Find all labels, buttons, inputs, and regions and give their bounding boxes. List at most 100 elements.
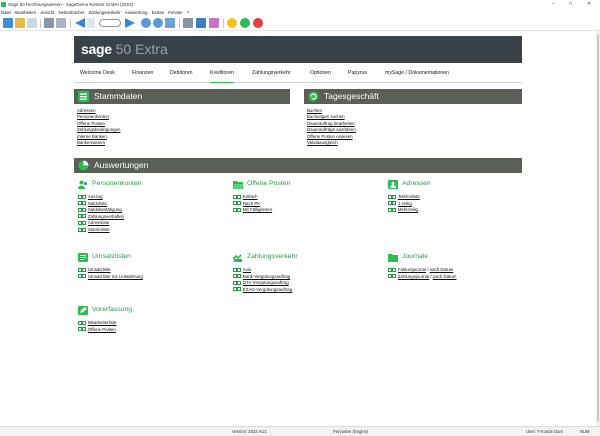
- print-icon[interactable]: [392, 274, 396, 279]
- tab-finanzen[interactable]: Finanzen: [132, 63, 153, 83]
- home-icon[interactable]: [3, 18, 13, 28]
- print-icon[interactable]: [82, 267, 86, 272]
- print-icon[interactable]: [237, 207, 241, 212]
- menu-nebenbuecher[interactable]: Nebenbücher: [59, 10, 85, 15]
- link-fakturajournal[interactable]: Fakturajournal: [398, 267, 426, 272]
- menu-extras[interactable]: Extras: [152, 10, 164, 15]
- help-icon[interactable]: [240, 18, 250, 28]
- link-vorerfassung-offene-posten[interactable]: Offene Posten: [88, 327, 116, 332]
- link-telefonliste[interactable]: Telefonliste: [398, 194, 420, 199]
- print-icon[interactable]: [237, 274, 241, 279]
- preview-icon[interactable]: [233, 194, 237, 199]
- menu-auswertung[interactable]: Auswertung: [125, 10, 148, 15]
- preview-icon[interactable]: [388, 207, 392, 212]
- print-icon[interactable]: [82, 194, 86, 199]
- page-icon[interactable]: [87, 18, 95, 28]
- tab-zahlungsverkehr[interactable]: Zahlungsverkehr: [252, 63, 291, 83]
- print-icon[interactable]: [82, 207, 86, 212]
- link-dta-verguetungsauftrag[interactable]: DTA-Vergütungsauftrag: [243, 280, 289, 285]
- print-icon[interactable]: [237, 280, 241, 285]
- preview-icon[interactable]: [78, 320, 82, 325]
- tab-kreditoren[interactable]: Kreditoren: [210, 63, 234, 83]
- forward-icon[interactable]: [125, 18, 135, 28]
- preview-icon[interactable]: [233, 287, 237, 292]
- menu-bearbeiten[interactable]: Bearbeiten: [15, 10, 36, 15]
- preview-icon[interactable]: [78, 267, 82, 272]
- print-preview-icon[interactable]: [56, 18, 66, 28]
- scrollbar-thumb[interactable]: [597, 35, 599, 421]
- print-icon[interactable]: [392, 194, 396, 199]
- preview-icon[interactable]: [388, 194, 392, 199]
- link-1-zeilig[interactable]: 1-zeilig: [398, 201, 412, 206]
- zoom-in-icon[interactable]: [141, 18, 151, 28]
- tab-papyrus[interactable]: Papyrus: [348, 63, 367, 83]
- preview-icon[interactable]: [78, 214, 82, 219]
- link-saldoliste[interactable]: Saldoliste: [88, 201, 107, 206]
- tab-mysage[interactable]: mySage / Dokumentationen: [385, 63, 449, 83]
- link-zahlungsverhalten[interactable]: Zahlungsverhalten: [88, 214, 124, 219]
- link-stammliste[interactable]: Stammliste: [88, 227, 110, 232]
- folder-icon[interactable]: [15, 18, 25, 28]
- preview-icon[interactable]: [78, 201, 82, 206]
- link-avis[interactable]: Avis: [243, 267, 251, 272]
- link-dauerauftraege-ausfuehren[interactable]: Daueraufträge ausführen: [307, 127, 356, 133]
- bookmark-icon[interactable]: [209, 18, 219, 28]
- link-mitarbeiterliste[interactable]: Mitarbeiterliste: [88, 320, 117, 325]
- print-icon[interactable]: [82, 274, 86, 279]
- link-saldobestaetigung[interactable]: Saldobestätigung: [88, 207, 122, 212]
- print-icon[interactable]: [44, 18, 54, 28]
- preview-icon[interactable]: [78, 274, 82, 279]
- page-input[interactable]: [99, 19, 121, 27]
- preview-icon[interactable]: [78, 207, 82, 212]
- print-icon[interactable]: [237, 287, 241, 292]
- menu-help[interactable]: ?: [187, 10, 189, 15]
- link-zahlungsjournal-nach-datum[interactable]: nach Datum: [433, 274, 457, 279]
- zoom-out-icon[interactable]: [153, 18, 163, 28]
- preview-icon[interactable]: [233, 201, 237, 206]
- close-icon[interactable]: [253, 18, 263, 28]
- link-fakturajournal-nach-datum[interactable]: nach Datum: [430, 267, 454, 272]
- lightbulb-icon[interactable]: [227, 18, 237, 28]
- link-bankenstamm[interactable]: Bankenstamm: [77, 140, 120, 146]
- link-valutaausgleich[interactable]: Valutaausgleich: [307, 140, 356, 146]
- print-icon[interactable]: [82, 220, 86, 225]
- link-auszug[interactable]: Auszug: [88, 194, 103, 199]
- preview-icon[interactable]: [233, 267, 237, 272]
- link-umsatzliste-leitwaehrung[interactable]: Umsatzliste mit Leitwährung: [88, 274, 143, 279]
- print-icon[interactable]: [392, 207, 396, 212]
- print-icon[interactable]: [237, 201, 241, 206]
- link-mit-faelligkeiten[interactable]: Mit Fälligkeiten: [243, 207, 272, 212]
- tab-optionen[interactable]: Optionen: [310, 63, 331, 83]
- link-nach-pk[interactable]: Nach PK: [243, 201, 260, 206]
- print-icon[interactable]: [82, 320, 86, 325]
- minimize-button[interactable]: –: [552, 0, 555, 9]
- print-icon[interactable]: [82, 327, 86, 332]
- maximize-button[interactable]: □: [569, 0, 572, 9]
- print-icon[interactable]: [392, 201, 396, 206]
- close-window-button[interactable]: ✕: [587, 0, 591, 9]
- print-icon[interactable]: [237, 194, 241, 199]
- link-zahlungsjournal[interactable]: Zahlungsjournal: [398, 274, 429, 279]
- preview-icon[interactable]: [233, 274, 237, 279]
- preview-icon[interactable]: [78, 220, 82, 225]
- preview-icon[interactable]: [388, 267, 392, 272]
- tab-debitoren[interactable]: Debitoren: [170, 63, 193, 83]
- preview-icon[interactable]: [233, 280, 237, 285]
- link-bank-verguetungsauftrag[interactable]: Bank-Vergütungsauftrag: [243, 274, 290, 279]
- grid-icon[interactable]: [196, 18, 206, 28]
- image-icon[interactable]: [165, 18, 175, 28]
- menu-datei[interactable]: Datei: [1, 10, 11, 15]
- menu-ansicht[interactable]: Ansicht: [40, 10, 54, 15]
- tools-icon[interactable]: [183, 18, 193, 28]
- preview-icon[interactable]: [233, 207, 237, 212]
- link-ezag-verguetungsauftrag[interactable]: EZAG-Vergütungsauftrag: [243, 287, 292, 292]
- vertical-scrollbar[interactable]: [596, 31, 600, 426]
- preview-icon[interactable]: [78, 327, 82, 332]
- print-icon[interactable]: [392, 267, 396, 272]
- preview-icon[interactable]: [78, 227, 82, 232]
- tab-welcome-desk[interactable]: Welcome Desk: [80, 63, 115, 83]
- document-icon[interactable]: [27, 18, 37, 28]
- link-adressliste[interactable]: Adressliste: [88, 220, 109, 225]
- link-zahlungsbedingungen[interactable]: Zahlungsbedingungen: [77, 127, 120, 133]
- preview-icon[interactable]: [388, 274, 392, 279]
